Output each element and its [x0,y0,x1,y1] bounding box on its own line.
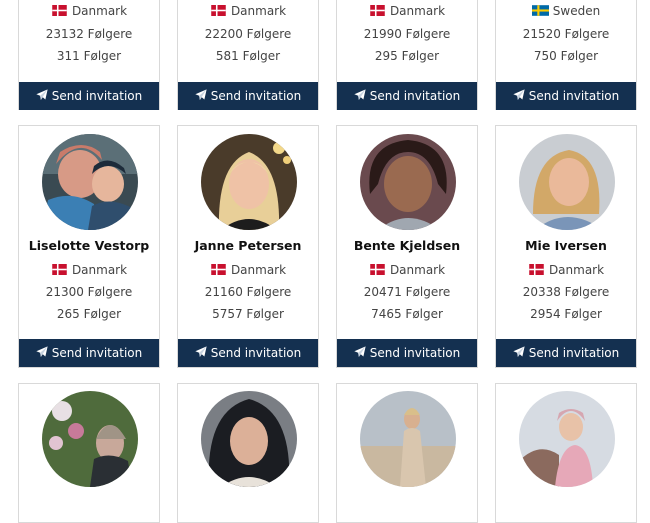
denmark-flag-icon [528,264,545,275]
following-count: 295 Følger [374,49,440,63]
avatar[interactable] [201,391,297,487]
influencer-name[interactable]: Janne Petersen [178,238,318,253]
influencer-card[interactable] [18,383,160,523]
influencer-card[interactable] [177,383,319,523]
followers-count: 21160 Følgere [204,285,292,299]
country-label: Danmark [496,263,636,277]
following-count: 2954 Følger [530,307,602,321]
denmark-flag-icon [210,264,227,275]
influencer-card[interactable]: Bente Kjeldsen Danmark 20471 Følgere 746… [336,125,478,368]
denmark-flag-icon [369,264,386,275]
paper-plane-icon [513,89,525,101]
send-invitation-button[interactable]: Send invitation [496,339,636,367]
denmark-flag-icon [369,5,386,16]
avatar[interactable] [519,134,615,230]
influencer-card: Sweden 21520 Følgere 750 Følger Send inv… [495,0,637,110]
following-count: 581 Følger [215,49,281,63]
send-invitation-button[interactable]: Send invitation [178,339,318,367]
influencer-name[interactable]: Mie Iversen [496,238,636,253]
denmark-flag-icon [51,5,68,16]
country-label: Danmark [337,263,477,277]
denmark-flag-icon [210,5,227,16]
country-label: Sweden [496,4,636,18]
influencer-card[interactable]: Janne Petersen Danmark 21160 Følgere 575… [177,125,319,368]
country-label: Danmark [178,4,318,18]
following-count: 750 Følger [533,49,599,63]
influencer-card: Danmark 22200 Følgere 581 Følger Send in… [177,0,319,110]
send-invitation-button[interactable]: Send invitation [337,82,477,110]
avatar[interactable] [360,134,456,230]
paper-plane-icon [195,346,207,358]
following-count: 265 Følger [56,307,122,321]
influencer-name[interactable]: Liselotte Vestorp [19,238,159,253]
following-count: 5757 Følger [212,307,284,321]
influencer-card[interactable]: Liselotte Vestorp Danmark 21300 Følgere … [18,125,160,368]
followers-count: 21520 Følgere [522,27,610,41]
followers-count: 23132 Følgere [45,27,133,41]
followers-count: 21990 Følgere [363,27,451,41]
paper-plane-icon [354,89,366,101]
country-label: Danmark [178,263,318,277]
paper-plane-icon [513,346,525,358]
country-label: Danmark [19,263,159,277]
send-invitation-button[interactable]: Send invitation [337,339,477,367]
country-label: Danmark [19,4,159,18]
following-count: 7465 Følger [371,307,443,321]
avatar[interactable] [42,391,138,487]
send-invitation-button[interactable]: Send invitation [496,82,636,110]
paper-plane-icon [354,346,366,358]
influencer-card[interactable]: Mie Iversen Danmark 20338 Følgere 2954 F… [495,125,637,368]
country-label: Danmark [337,4,477,18]
influencer-card[interactable] [495,383,637,523]
influencer-card[interactable] [336,383,478,523]
paper-plane-icon [36,346,48,358]
followers-count: 20471 Følgere [363,285,451,299]
followers-count: 21300 Følgere [45,285,133,299]
avatar[interactable] [519,391,615,487]
send-invitation-button[interactable]: Send invitation [19,82,159,110]
avatar[interactable] [42,134,138,230]
sweden-flag-icon [532,5,549,16]
denmark-flag-icon [51,264,68,275]
avatar[interactable] [360,391,456,487]
paper-plane-icon [36,89,48,101]
avatar[interactable] [201,134,297,230]
send-invitation-button[interactable]: Send invitation [19,339,159,367]
influencer-card: Danmark 23132 Følgere 311 Følger Send in… [18,0,160,110]
send-invitation-button[interactable]: Send invitation [178,82,318,110]
paper-plane-icon [195,89,207,101]
followers-count: 20338 Følgere [522,285,610,299]
following-count: 311 Følger [56,49,122,63]
influencer-name[interactable]: Bente Kjeldsen [337,238,477,253]
followers-count: 22200 Følgere [204,27,292,41]
influencer-card: Danmark 21990 Følgere 295 Følger Send in… [336,0,478,110]
